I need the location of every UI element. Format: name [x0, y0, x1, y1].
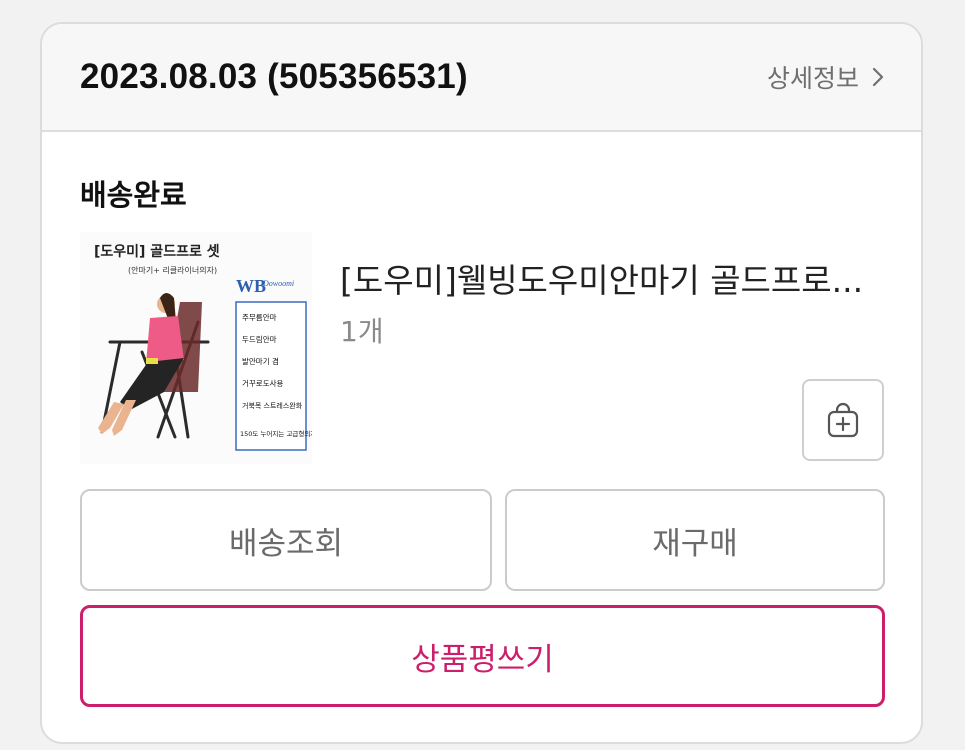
- order-card: 2023.08.03 (505356531) 상세정보 배송완료 [도우미] 골…: [40, 22, 923, 744]
- brand-logo: WB: [236, 276, 266, 296]
- product-name[interactable]: [도우미]웰빙도우미안마기 골드프로...: [340, 254, 880, 302]
- svg-text:150도 누어지는 고급형의자: 150도 누어지는 고급형의자: [240, 429, 312, 438]
- product-thumbnail[interactable]: [도우미] 골드프로 셋 (안마기+ 리클라이너의자) WB Dowoomi 주…: [80, 232, 312, 464]
- order-title: 2023.08.03 (505356531): [80, 57, 468, 96]
- product-image: [도우미] 골드프로 셋 (안마기+ 리클라이너의자) WB Dowoomi 주…: [80, 232, 312, 464]
- shopping-bag-plus-icon: [827, 402, 859, 438]
- add-to-cart-button[interactable]: [802, 379, 884, 461]
- image-headline: [도우미] 골드프로 셋: [94, 243, 220, 260]
- product-quantity: 1개: [340, 315, 384, 348]
- track-delivery-button[interactable]: 배송조회: [80, 489, 492, 591]
- svg-text:Dowoomi: Dowoomi: [262, 279, 294, 288]
- svg-text:주무름안마: 주무름안마: [242, 312, 277, 322]
- image-subhead: (안마기+ 리클라이너의자): [128, 265, 217, 275]
- svg-text:발안마기 겸: 발안마기 겸: [242, 356, 279, 366]
- order-detail-link[interactable]: 상세정보: [767, 59, 885, 95]
- svg-text:거북목 스트레스완화: 거북목 스트레스완화: [242, 401, 303, 410]
- svg-text:거꾸로도사용: 거꾸로도사용: [242, 379, 283, 388]
- chevron-right-icon: [872, 67, 884, 87]
- delivery-status: 배송완료: [80, 178, 187, 212]
- svg-text:두드림안마: 두드림안마: [242, 334, 277, 344]
- rebuy-button[interactable]: 재구매: [505, 489, 885, 591]
- write-review-button[interactable]: 상품평쓰기: [80, 605, 885, 707]
- detail-label: 상세정보: [766, 64, 859, 93]
- order-header: 2023.08.03 (505356531) 상세정보: [42, 24, 921, 132]
